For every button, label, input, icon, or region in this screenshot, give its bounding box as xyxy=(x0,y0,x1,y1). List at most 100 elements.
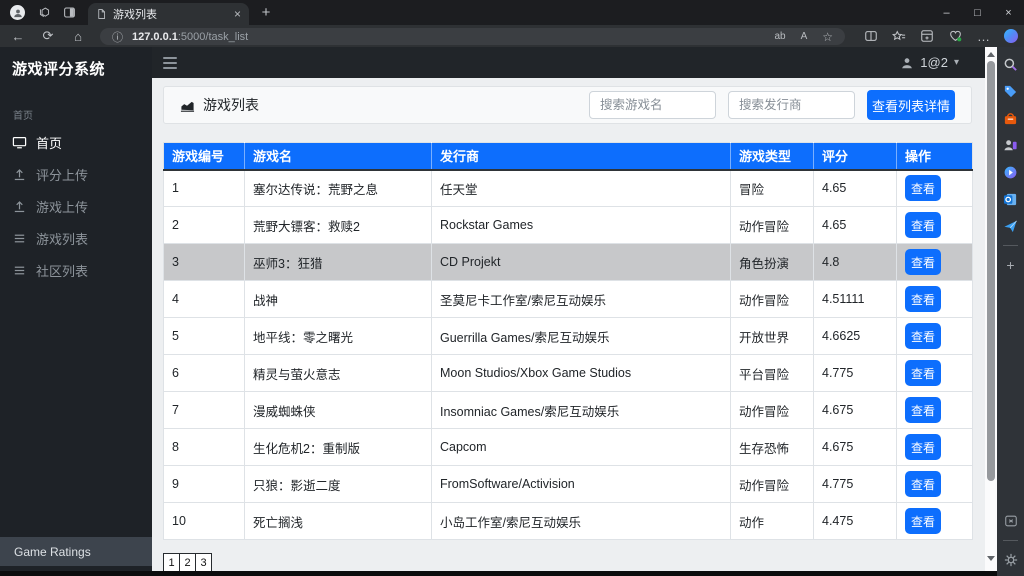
people-icon[interactable] xyxy=(1003,137,1019,153)
column-header-id: 游戏编号 xyxy=(163,142,245,171)
home-icon[interactable]: ⌂ xyxy=(68,25,88,47)
table-row[interactable]: 8 生化危机2：重制版 Capcom 生存恐怖 4.675 查看 xyxy=(163,428,973,466)
cell-action: 查看 xyxy=(896,502,973,540)
page-scrollbar[interactable] xyxy=(985,47,997,571)
table-row[interactable]: 1 塞尔达传说：荒野之息 任天堂 冒险 4.65 查看 xyxy=(163,169,973,207)
copilot-icon[interactable] xyxy=(1004,29,1018,43)
browser-essentials-icon[interactable] xyxy=(948,29,963,43)
tab-close-button[interactable]: × xyxy=(234,8,241,20)
user-icon xyxy=(902,57,913,68)
url-path: :5000/task_list xyxy=(177,30,249,43)
add-sidebar-app-icon[interactable]: + xyxy=(1003,257,1019,273)
chevron-down-icon: ▾ xyxy=(953,57,959,68)
table-row[interactable]: 6 精灵与萤火意志 Moon Studios/Xbox Game Studios 平台… xyxy=(163,354,973,392)
table-row[interactable]: 4 战神 圣莫尼卡工作室/索尼互动娱乐 动作冒险 4.51111 查看 xyxy=(163,280,973,318)
table-row[interactable]: 9 只狼：影逝二度 FromSoftware/Activision 动作冒险 4.775… xyxy=(163,465,973,503)
view-button[interactable]: 查看 xyxy=(905,397,941,423)
refresh-icon[interactable]: ⟳ xyxy=(38,25,58,47)
hidden-apps-icon[interactable] xyxy=(1003,513,1019,529)
sidebar-item-rating-upload[interactable]: 评分上传 xyxy=(0,158,152,190)
sidebar-item-game-list[interactable]: 游戏列表 xyxy=(0,222,152,254)
browser-tab[interactable]: 游戏列表 × xyxy=(88,3,249,25)
back-icon[interactable]: ← xyxy=(8,25,28,47)
view-button[interactable]: 查看 xyxy=(905,323,941,349)
favorites-icon[interactable] xyxy=(892,29,906,43)
cell-rating: 4.6625 xyxy=(813,317,897,355)
sidebar-item-home[interactable]: 首页 xyxy=(0,126,152,158)
view-button[interactable]: 查看 xyxy=(905,175,941,202)
more-menu-icon[interactable]: … xyxy=(977,29,990,44)
site-info-icon[interactable]: ⓘ xyxy=(112,29,123,45)
cell-type: 开放世界 xyxy=(730,317,814,355)
table-row[interactable]: 3 巫师3：狂猎 CD Projekt 角色扮演 4.8 查看 xyxy=(163,243,973,281)
minimize-button[interactable]: – xyxy=(931,0,962,25)
cell-type: 动作冒险 xyxy=(730,391,814,429)
view-button[interactable]: 查看 xyxy=(905,360,941,386)
pagination-button[interactable]: 2 xyxy=(179,553,196,572)
games-icon[interactable] xyxy=(1003,164,1019,180)
favorite-star-icon[interactable]: ☆ xyxy=(822,30,833,44)
column-header-type: 游戏类型 xyxy=(730,142,814,171)
search-icon[interactable] xyxy=(1003,56,1019,72)
view-button[interactable]: 查看 xyxy=(905,286,941,312)
sidebar-item-game-upload[interactable]: 游戏上传 xyxy=(0,190,152,222)
view-button[interactable]: 查看 xyxy=(905,434,941,460)
settings-gear-icon[interactable] xyxy=(1003,552,1019,568)
page-icon xyxy=(98,9,106,19)
table-row[interactable]: 7 漫威蜘蛛侠 Insomniac Games/索尼互动娱乐 动作冒险 4.675 查看 xyxy=(163,391,973,429)
cell-publisher: FromSoftware/Activision xyxy=(431,465,731,503)
edge-sidebar: + xyxy=(997,47,1024,576)
collections-icon[interactable] xyxy=(920,29,934,43)
view-button[interactable]: 查看 xyxy=(905,471,941,497)
user-menu[interactable]: 1@2 ▾ xyxy=(900,55,959,70)
split-screen-icon[interactable] xyxy=(864,29,878,43)
pagination: 123 xyxy=(163,553,212,572)
cell-name: 只狼：影逝二度 xyxy=(244,465,432,503)
read-aloud-icon[interactable]: A xyxy=(801,31,808,42)
cell-name: 精灵与萤火意志 xyxy=(244,354,432,392)
browser-toolbar: ← ⟳ ⌂ ⓘ 127.0.0.1 :5000/task_list ab A ☆… xyxy=(0,25,1024,47)
column-header-rating: 评分 xyxy=(813,142,897,171)
monitor-icon xyxy=(12,136,27,148)
scroll-up-icon[interactable] xyxy=(987,52,995,57)
view-list-details-button[interactable]: 查看列表详情 xyxy=(867,90,955,120)
app-sidebar: 游戏评分系统 首页 首页 评分上传 游戏上传 游戏列表 社区列表 Game Ra… xyxy=(0,47,152,571)
column-header-publisher: 发行商 xyxy=(431,142,731,171)
game-table-body: 1 塞尔达传说：荒野之息 任天堂 冒险 4.65 查看 2 荒野大镖客：救赎2 Rockstar… xyxy=(163,169,973,540)
cell-publisher: Guerrilla Games/索尼互动娱乐 xyxy=(431,317,731,355)
pagination-button[interactable]: 3 xyxy=(195,553,212,572)
close-button[interactable]: × xyxy=(993,0,1024,25)
send-icon[interactable] xyxy=(1003,218,1019,234)
table-row[interactable]: 2 荒野大镖客：救赎2 Rockstar Games 动作冒险 4.65 查看 xyxy=(163,206,973,244)
translate-icon[interactable]: ab xyxy=(774,31,785,42)
table-row[interactable]: 5 地平线：零之曙光 Guerrilla Games/索尼互动娱乐 开放世界 4.662… xyxy=(163,317,973,355)
scrollbar-thumb[interactable] xyxy=(987,61,995,481)
shopping-tag-icon[interactable] xyxy=(1003,83,1019,99)
cell-rating: 4.8 xyxy=(813,243,897,281)
maximize-button[interactable]: □ xyxy=(962,0,993,25)
shopping-basket-icon[interactable] xyxy=(1003,110,1019,126)
chart-icon xyxy=(180,101,195,112)
cell-publisher: Moon Studios/Xbox Game Studios xyxy=(431,354,731,392)
pagination-button[interactable]: 1 xyxy=(163,553,180,572)
search-publisher-input[interactable] xyxy=(728,91,855,119)
sidebar-item-community-list[interactable]: 社区列表 xyxy=(0,254,152,286)
outlook-icon[interactable] xyxy=(1003,191,1019,207)
tab-actions-icon[interactable] xyxy=(62,5,77,20)
table-header-row: 游戏编号 游戏名 发行商 游戏类型 评分 操作 xyxy=(163,142,973,171)
cell-rating: 4.51111 xyxy=(813,280,897,318)
cell-type: 冒险 xyxy=(730,169,814,207)
view-button[interactable]: 查看 xyxy=(905,249,941,275)
scroll-down-icon[interactable] xyxy=(987,556,995,561)
hamburger-menu-icon[interactable] xyxy=(163,56,177,69)
workspaces-icon[interactable] xyxy=(37,5,52,20)
cell-publisher: 小岛工作室/索尼互动娱乐 xyxy=(431,502,731,540)
address-bar[interactable]: ⓘ 127.0.0.1 :5000/task_list ab A ☆ xyxy=(100,28,845,45)
profile-avatar-icon[interactable] xyxy=(10,5,25,20)
cell-type: 动作冒险 xyxy=(730,280,814,318)
view-button[interactable]: 查看 xyxy=(905,212,941,238)
table-row[interactable]: 10 死亡搁浅 小岛工作室/索尼互动娱乐 动作 4.475 查看 xyxy=(163,502,973,540)
view-button[interactable]: 查看 xyxy=(905,508,941,534)
new-tab-button[interactable]: + xyxy=(256,2,276,22)
search-game-input[interactable] xyxy=(589,91,716,119)
